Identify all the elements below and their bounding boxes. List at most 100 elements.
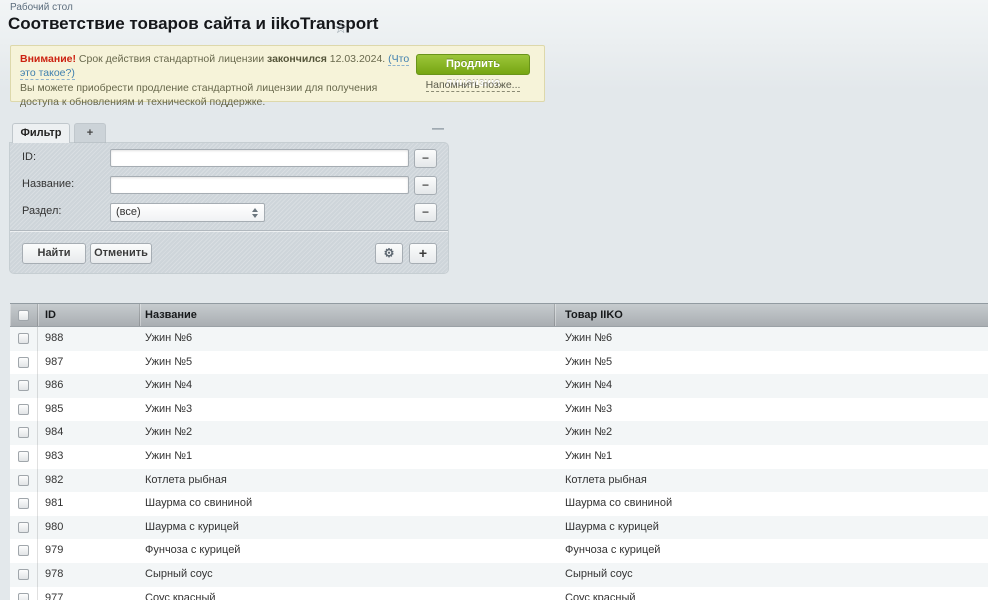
license-text-2: Вы можете приобрести продление стандартн…: [20, 82, 377, 108]
row-name: Соус красный: [140, 587, 555, 600]
row-name: Шаурма со свининой: [140, 492, 555, 516]
tab-add-filter[interactable]: +: [74, 123, 106, 143]
row-name: Сырный соус: [140, 563, 555, 587]
row-name: Ужин №2: [140, 421, 555, 445]
gear-icon[interactable]: ⚙: [375, 243, 403, 264]
row-id: 982: [38, 469, 140, 493]
row-iiko-product: Ужин №4: [555, 374, 988, 398]
row-checkbox[interactable]: [18, 380, 29, 391]
row-iiko-product: Фунчоза с курицей: [555, 539, 988, 563]
row-iiko-product: Ужин №2: [555, 421, 988, 445]
row-checkbox[interactable]: [18, 333, 29, 344]
row-checkbox[interactable]: [18, 357, 29, 368]
license-text-1: Срок действия стандартной лицензии: [76, 53, 267, 65]
row-id: 983: [38, 445, 140, 469]
name-field-label: Название:: [22, 178, 74, 190]
id-field-label: ID:: [22, 151, 36, 163]
table-row[interactable]: 985Ужин №3Ужин №3: [10, 398, 988, 422]
table-header: ID Название Товар IIKO: [10, 303, 988, 327]
products-table: ID Название Товар IIKO 988Ужин №6Ужин №6…: [10, 303, 988, 600]
remind-later-link[interactable]: Напомнить позже...: [416, 79, 530, 91]
section-field-label: Раздел:: [22, 205, 61, 217]
tab-filter[interactable]: Фильтр: [12, 123, 70, 143]
table-row[interactable]: 984Ужин №2Ужин №2: [10, 421, 988, 445]
renew-license-button[interactable]: Продлить лицензию: [416, 54, 530, 75]
page-title: Соответствие товаров сайта и iikoTranspo…: [8, 14, 378, 34]
filter-body: ID: − Название: − Раздел: (все) − Найти …: [10, 143, 448, 273]
row-iiko-product: Ужин №6: [555, 327, 988, 351]
remove-name-filter-button[interactable]: −: [414, 176, 437, 195]
row-name: Фунчоза с курицей: [140, 539, 555, 563]
table-row[interactable]: 983Ужин №1Ужин №1: [10, 445, 988, 469]
row-checkbox-cell: [10, 445, 38, 469]
license-expired-word: закончился: [267, 53, 327, 65]
header-col-iiko[interactable]: Товар IIKO: [555, 304, 988, 326]
attention-label: Внимание!: [20, 53, 76, 65]
table-row[interactable]: 981Шаурма со свининойШаурма со свининой: [10, 492, 988, 516]
row-id: 978: [38, 563, 140, 587]
table-row[interactable]: 986Ужин №4Ужин №4: [10, 374, 988, 398]
filter-row-id: ID: −: [10, 149, 448, 169]
row-id: 987: [38, 351, 140, 375]
row-checkbox[interactable]: [18, 569, 29, 580]
row-name: Ужин №3: [140, 398, 555, 422]
row-checkbox-cell: [10, 563, 38, 587]
row-name: Ужин №4: [140, 374, 555, 398]
header-checkbox-cell: [10, 304, 38, 326]
header-col-id[interactable]: ID: [38, 304, 140, 326]
row-checkbox[interactable]: [18, 593, 29, 600]
search-button[interactable]: Найти: [22, 243, 86, 264]
row-checkbox-cell: [10, 469, 38, 493]
row-checkbox-cell: [10, 492, 38, 516]
row-iiko-product: Котлета рыбная: [555, 469, 988, 493]
table-row[interactable]: 988Ужин №6Ужин №6: [10, 327, 988, 351]
table-row[interactable]: 982Котлета рыбнаяКотлета рыбная: [10, 469, 988, 493]
row-checkbox-cell: [10, 539, 38, 563]
license-warning-banner: Внимание! Срок действия стандартной лице…: [10, 45, 545, 102]
row-checkbox[interactable]: [18, 545, 29, 556]
remove-section-filter-button[interactable]: −: [414, 203, 437, 222]
row-checkbox-cell: [10, 421, 38, 445]
row-iiko-product: Ужин №1: [555, 445, 988, 469]
row-checkbox-cell: [10, 351, 38, 375]
table-row[interactable]: 987Ужин №5Ужин №5: [10, 351, 988, 375]
table-row[interactable]: 979Фунчоза с курицейФунчоза с курицей: [10, 539, 988, 563]
row-name: Ужин №6: [140, 327, 555, 351]
row-id: 977: [38, 587, 140, 600]
section-select-value: (все): [116, 206, 141, 218]
row-checkbox[interactable]: [18, 427, 29, 438]
header-col-name[interactable]: Название: [140, 304, 555, 326]
table-row[interactable]: 978Сырный соусСырный соус: [10, 563, 988, 587]
license-warning-text: Внимание! Срок действия стандартной лице…: [20, 52, 418, 110]
breadcrumb[interactable]: Рабочий стол: [10, 2, 73, 13]
id-field[interactable]: [110, 149, 409, 167]
row-checkbox[interactable]: [18, 451, 29, 462]
table-row[interactable]: 980Шаурма с курицейШаурма с курицей: [10, 516, 988, 540]
row-id: 980: [38, 516, 140, 540]
select-spinner-icon: [252, 208, 259, 218]
row-iiko-product: Ужин №5: [555, 351, 988, 375]
favorite-star-icon[interactable]: ☆: [334, 19, 347, 37]
row-checkbox[interactable]: [18, 475, 29, 486]
section-select[interactable]: (все): [110, 203, 265, 222]
row-checkbox[interactable]: [18, 522, 29, 533]
table-row[interactable]: 977Соус красныйСоус красный: [10, 587, 988, 600]
row-id: 985: [38, 398, 140, 422]
remove-id-filter-button[interactable]: −: [414, 149, 437, 168]
select-all-checkbox[interactable]: [18, 310, 29, 321]
license-date: 12.03.2024.: [327, 53, 388, 65]
row-checkbox-cell: [10, 327, 38, 351]
row-iiko-product: Ужин №3: [555, 398, 988, 422]
row-checkbox-cell: [10, 398, 38, 422]
row-checkbox[interactable]: [18, 404, 29, 415]
row-checkbox-cell: [10, 516, 38, 540]
add-filter-button[interactable]: +: [409, 243, 437, 264]
row-id: 984: [38, 421, 140, 445]
name-field[interactable]: [110, 176, 409, 194]
filter-separator: [10, 230, 448, 232]
cancel-button[interactable]: Отменить: [90, 243, 152, 264]
row-checkbox[interactable]: [18, 498, 29, 509]
row-id: 981: [38, 492, 140, 516]
row-iiko-product: Шаурма со свининой: [555, 492, 988, 516]
row-id: 988: [38, 327, 140, 351]
